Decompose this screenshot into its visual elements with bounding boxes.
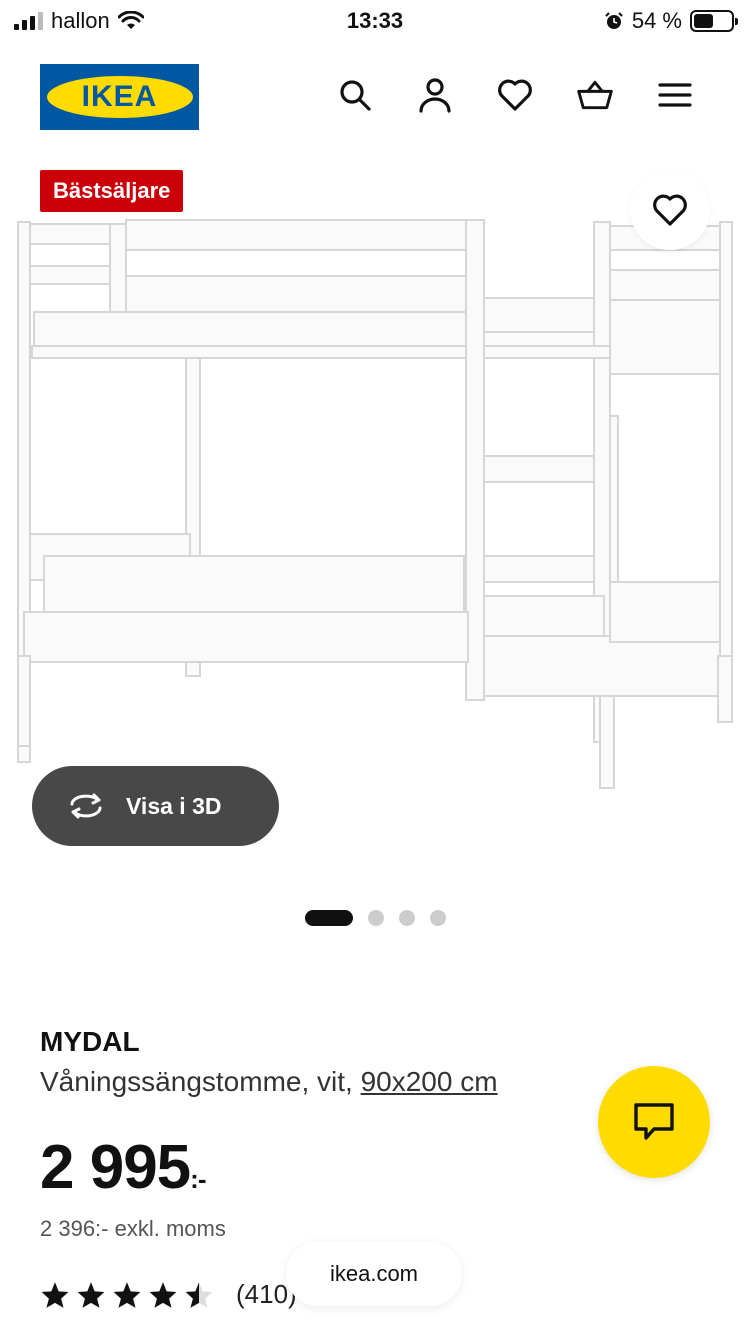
product-image (17, 219, 733, 789)
menu-button[interactable] (656, 76, 694, 114)
carousel-indicator (0, 910, 750, 926)
status-bar: hallon 13:33 54 % (0, 0, 750, 44)
browser-url-bar[interactable]: ikea.com (286, 1242, 462, 1306)
header-actions (336, 76, 694, 114)
carousel-dot[interactable] (304, 910, 353, 926)
status-right: 54 % (604, 8, 738, 34)
price-excl-vat: 2 396:- exkl. moms (40, 1216, 226, 1241)
star-icon (185, 1281, 213, 1308)
price-suffix: :- (190, 1164, 206, 1194)
chat-icon (634, 1103, 674, 1140)
carousel-dot[interactable] (429, 910, 446, 926)
view-in-3d-label: Visa i 3D (126, 792, 222, 819)
add-to-favourites-button[interactable] (630, 170, 710, 250)
search-button[interactable] (336, 76, 374, 114)
product-type: Våningssängstomme, vit, (40, 1066, 353, 1097)
site-header: IKEA (0, 64, 750, 132)
carousel-dot[interactable] (367, 910, 384, 926)
product-size-link[interactable]: 90x200 cm (361, 1066, 498, 1097)
ikea-logo[interactable]: IKEA (40, 64, 199, 130)
heart-icon (653, 194, 687, 226)
view-in-3d-button[interactable]: Visa i 3D (32, 766, 279, 846)
rotate-3d-icon (70, 793, 102, 819)
chat-button[interactable] (598, 1066, 710, 1178)
search-icon (340, 80, 371, 111)
battery-icon (690, 10, 738, 32)
logo-text: IKEA (81, 80, 158, 113)
star-icon (149, 1281, 177, 1308)
user-icon (419, 78, 451, 113)
product-description: Våningssängstomme, vit, 90x200 cm (40, 1066, 498, 1098)
star-icon (41, 1281, 69, 1308)
favourites-button[interactable] (496, 76, 534, 114)
star-icon (77, 1281, 105, 1308)
rating-stars (40, 1281, 214, 1309)
url-text: ikea.com (329, 1261, 419, 1286)
basket-icon (577, 80, 613, 110)
product-price: 2 995:- (40, 1132, 207, 1203)
alarm-icon (605, 12, 623, 29)
carousel-dot[interactable] (398, 910, 415, 926)
cart-button[interactable] (576, 76, 614, 114)
product-gallery[interactable]: Bästsäljare Visa i 3D (0, 150, 750, 880)
star-icon (113, 1281, 141, 1308)
product-rating[interactable]: (410) (40, 1279, 297, 1310)
account-button[interactable] (416, 76, 454, 114)
heart-icon (498, 79, 532, 111)
menu-icon (658, 83, 692, 107)
battery-percent: 54 % (631, 8, 682, 33)
bestseller-badge: Bästsäljare (40, 170, 184, 212)
product-name: MYDAL (40, 1026, 140, 1057)
price-value: 2 995 (40, 1133, 191, 1202)
